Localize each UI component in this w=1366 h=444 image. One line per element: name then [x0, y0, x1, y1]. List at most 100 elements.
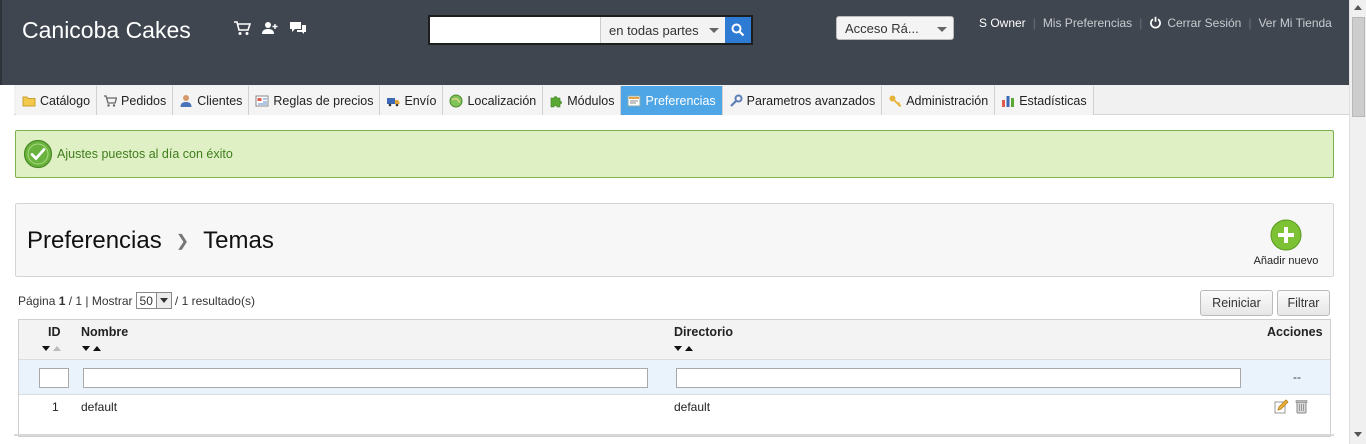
tab-label: Pedidos	[121, 93, 167, 108]
add-new-label: Añadir nuevo	[1253, 255, 1319, 267]
price-rules-icon	[255, 95, 269, 106]
tab-label: Clientes	[197, 93, 243, 108]
cell-directory: default	[674, 400, 711, 414]
wrench-icon	[729, 94, 743, 107]
globe-icon	[449, 94, 463, 107]
tab-label: Localización	[467, 93, 537, 108]
sort-asc-icon[interactable]	[93, 346, 101, 351]
power-icon	[1150, 16, 1162, 29]
pagination: Página 1 / 1 | Mostrar 50 / 1 resultado(…	[18, 292, 255, 309]
sort-desc-icon[interactable]	[674, 346, 682, 351]
new-customer-icon[interactable]	[261, 20, 279, 36]
sort-controls-name	[82, 346, 101, 351]
edit-icon[interactable]	[1274, 399, 1289, 417]
alert-message: Ajustes puestos al día con éxito	[57, 147, 233, 161]
user-links: S Owner | Mis Preferencias | Cerrar Sesi…	[979, 16, 1332, 30]
view-store-link[interactable]: Ver Mi Tienda	[1258, 16, 1331, 30]
reset-button[interactable]: Reiniciar	[1200, 290, 1273, 316]
table-row[interactable]: 1 default default	[19, 395, 1330, 419]
themes-table: ID Nombre Directorio Acciones -- 1 defau…	[18, 319, 1331, 437]
tab-label: Envío	[404, 93, 437, 108]
tab-statistics[interactable]: Estadísticas	[995, 86, 1094, 115]
column-header-actions: Acciones	[1267, 325, 1323, 339]
search-scope-label: en todas partes	[609, 22, 699, 38]
tab-shipping[interactable]: Envío	[380, 86, 444, 115]
delete-icon[interactable]	[1295, 399, 1308, 417]
divider	[14, 434, 1334, 436]
cart-icon	[104, 94, 118, 107]
chevron-right-icon: ❯	[175, 233, 190, 250]
logout-link[interactable]: Cerrar Sesión	[1149, 16, 1241, 30]
truck-icon	[387, 97, 400, 106]
filter-row: --	[19, 360, 1330, 395]
add-new-button[interactable]: Añadir nuevo	[1251, 219, 1321, 267]
per-page-select[interactable]: 50	[135, 292, 172, 309]
quick-icons	[233, 20, 307, 36]
page-title: Temas	[203, 227, 274, 254]
tab-label: Estadísticas	[1019, 93, 1087, 108]
cart-icon[interactable]	[233, 20, 251, 36]
chevron-down-icon	[709, 28, 719, 33]
page-label: Página	[18, 293, 56, 308]
scroll-down-arrow[interactable]	[1354, 432, 1362, 437]
quick-access-select[interactable]: Acceso Rá...	[836, 16, 954, 40]
quick-access-label: Acceso Rá...	[845, 21, 919, 36]
separator: |	[1248, 16, 1252, 30]
tab-advanced-parameters[interactable]: Parametros avanzados	[722, 86, 883, 115]
vertical-scrollbar[interactable]	[1349, 0, 1366, 444]
chevron-down-icon	[937, 27, 947, 32]
filter-button[interactable]: Filtrar	[1277, 290, 1330, 316]
sort-controls-directory	[674, 346, 693, 351]
tab-administration[interactable]: Administración	[882, 86, 996, 115]
folder-icon	[22, 96, 36, 106]
tab-preferences[interactable]: Preferencias	[621, 86, 723, 115]
tab-modules[interactable]: Módulos	[543, 86, 622, 115]
table-header: ID Nombre Directorio Acciones	[19, 320, 1330, 360]
results-count: / 1 resultado(s)	[174, 293, 255, 308]
key-icon	[889, 95, 902, 107]
search-box: en todas partes	[428, 15, 753, 45]
tab-catalog[interactable]: Catálogo	[16, 86, 98, 115]
cell-id: 1	[52, 400, 59, 414]
sort-desc-icon[interactable]	[42, 346, 50, 351]
filter-id-input[interactable]	[39, 368, 69, 388]
tab-label: Módulos	[567, 93, 615, 108]
sort-asc-icon[interactable]	[53, 346, 61, 351]
tab-label: Preferencias	[645, 93, 716, 108]
search-scope-select[interactable]: en todas partes	[600, 17, 725, 43]
my-preferences-link[interactable]: Mis Preferencias	[1043, 16, 1132, 30]
tab-localization[interactable]: Localización	[443, 86, 544, 115]
filter-actions-placeholder: --	[1293, 370, 1301, 384]
scroll-up-arrow[interactable]	[1354, 5, 1362, 10]
chevron-down-icon	[155, 293, 171, 308]
column-header-name: Nombre	[81, 325, 129, 339]
per-page-value: 50	[139, 293, 153, 308]
column-header-directory: Directorio	[674, 325, 734, 339]
sort-asc-icon[interactable]	[685, 346, 693, 351]
filter-directory-input[interactable]	[676, 368, 1241, 388]
cell-name: default	[81, 400, 118, 414]
search-input[interactable]	[430, 17, 600, 43]
sort-desc-icon[interactable]	[82, 346, 90, 351]
sort-controls-id	[42, 346, 61, 351]
shop-name[interactable]: Canicoba Cakes	[22, 17, 191, 44]
tab-customers[interactable]: Clientes	[173, 86, 250, 115]
plus-circle-icon	[1270, 219, 1302, 251]
user-name-link[interactable]: S Owner	[979, 16, 1026, 30]
breadcrumb-parent[interactable]: Preferencias	[27, 227, 162, 255]
messages-icon[interactable]	[289, 20, 307, 36]
search-icon	[731, 23, 745, 37]
preferences-icon	[627, 95, 641, 106]
tab-price-rules[interactable]: Reglas de precios	[249, 86, 381, 115]
search-button[interactable]	[725, 17, 751, 43]
success-alert: Ajustes puestos al día con éxito	[15, 130, 1334, 178]
separator: |	[1139, 16, 1143, 30]
tab-label: Catálogo	[40, 93, 91, 108]
page-header: Preferencias ❯ Temas Añadir nuevo	[15, 203, 1334, 277]
tab-orders[interactable]: Pedidos	[97, 86, 174, 115]
row-actions	[1274, 399, 1308, 417]
main-menu: Catálogo Pedidos Clientes Reglas de prec…	[14, 85, 1349, 115]
logout-label: Cerrar Sesión	[1167, 16, 1242, 30]
scroll-thumb[interactable]	[1352, 17, 1365, 117]
filter-name-input[interactable]	[83, 368, 648, 388]
